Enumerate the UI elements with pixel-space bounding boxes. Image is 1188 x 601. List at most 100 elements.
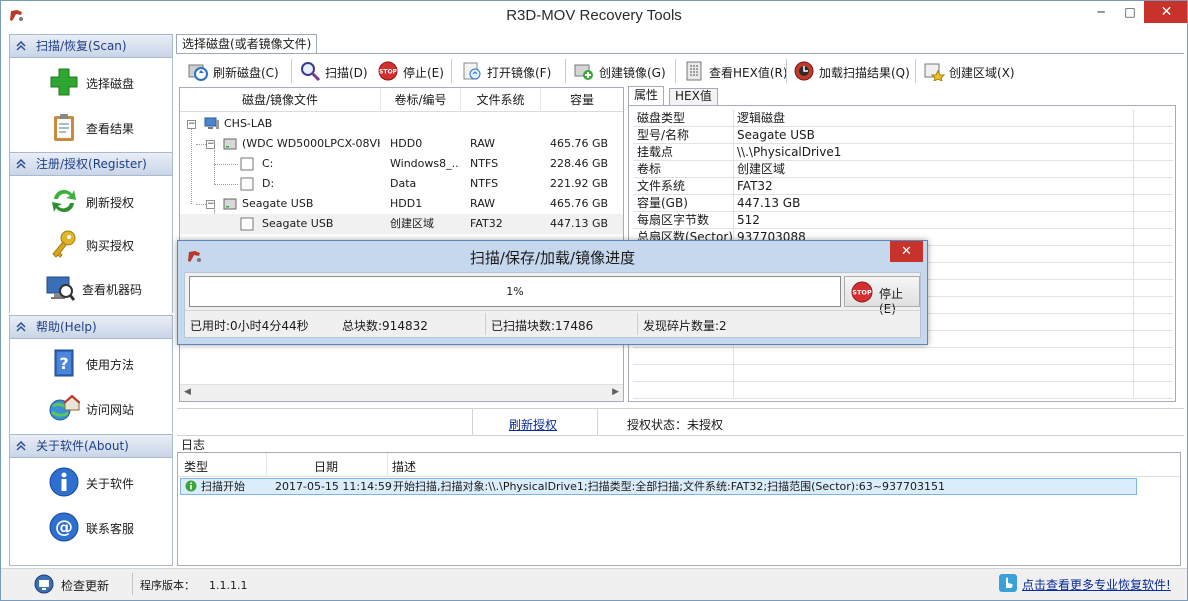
create-image-button[interactable]: 创建镜像(G) [569, 58, 669, 84]
disk-label: 创建区域 [390, 217, 434, 230]
table-row[interactable]: C: Windows8_... NTFS 228.46 GB [180, 154, 623, 174]
tab-attributes[interactable]: 属性 [628, 86, 665, 105]
disk-fs: FAT32 [470, 217, 503, 230]
computer-icon [204, 117, 219, 129]
tab-divider [176, 53, 1184, 54]
sidebar-item-label: 访问网站 [86, 403, 135, 417]
section-body-about: 关于软件 @ 联系客服 [9, 458, 173, 566]
divider [266, 453, 267, 477]
property-tabs: 属性 HEX值 [628, 86, 1176, 105]
sidebar-item-usage[interactable]: ? 使用方法 [10, 344, 172, 382]
refresh-license-link[interactable]: 刷新授权 [509, 416, 557, 433]
scroll-left-icon[interactable]: ◀ [184, 387, 191, 397]
sidebar-item-refresh-license[interactable]: 刷新授权 [10, 182, 172, 220]
scan-button[interactable]: 扫描(D) [295, 58, 369, 84]
total-blocks: 总块数:914832 [342, 319, 428, 333]
toolbar-label: 创建区域(X) [949, 66, 1015, 80]
window-title: R3D-MOV Recovery Tools [506, 7, 682, 24]
property-value: 逻辑磁盘 [737, 111, 786, 125]
divider [637, 313, 638, 335]
property-row[interactable]: 容量(GB) 447.13 GB [633, 195, 1173, 212]
sidebar-item-view-results[interactable]: 查看结果 [10, 108, 172, 146]
column-header[interactable]: 容量 [541, 88, 623, 112]
collapse-toggle[interactable]: − [206, 140, 215, 149]
svg-text:STOP: STOP [852, 289, 872, 297]
disk-label: HDD1 [390, 197, 423, 210]
refresh-disk-icon [188, 64, 208, 81]
column-header[interactable]: 描述 [392, 458, 416, 475]
close-button[interactable]: ✕ [1144, 1, 1187, 23]
load-results-button[interactable]: 加载扫描结果(Q) [789, 58, 913, 84]
log-row-selected[interactable]: 扫描开始 2017-05-15 11:14:59 开始扫描,扫描对象:\\.\P… [180, 478, 1137, 495]
property-row[interactable]: 每扇区字节数 512 [633, 212, 1173, 229]
section-header-register[interactable]: 注册/授权(Register) [9, 152, 173, 176]
column-header[interactable]: 日期 [314, 458, 338, 475]
hand-pointer-icon [999, 574, 1017, 592]
sidebar-item-visit-website[interactable]: 访问网站 [10, 389, 172, 427]
table-row[interactable]: − (WDC WD5000LPCX-08VHA HDD0 RAW 465.76 … [180, 134, 623, 154]
maximize-button[interactable]: □ [1117, 1, 1143, 23]
property-key: 容量(GB) [637, 196, 688, 210]
property-value: Seagate USB [737, 128, 815, 142]
disk-size: 221.92 GB [550, 177, 609, 190]
toolbar-label: 打开镜像(F) [487, 66, 552, 80]
property-row[interactable]: 挂载点 \\.\PhysicalDrive1 [633, 144, 1173, 161]
dialog-close-button[interactable]: ✕ [890, 241, 923, 262]
sidebar-item-machine-code[interactable]: 查看机器码 [10, 269, 172, 307]
disk-fs: RAW [470, 197, 495, 210]
column-header[interactable]: 磁盘/镜像文件 [180, 88, 381, 112]
volume-icon [240, 177, 254, 191]
sidebar-item-about[interactable]: 关于软件 [10, 463, 172, 501]
property-row[interactable]: 磁盘类型 逻辑磁盘 [633, 110, 1173, 127]
sidebar-item-label: 关于软件 [86, 477, 135, 491]
section-header-help[interactable]: 帮助(Help) [9, 315, 173, 339]
disk-name: D: [262, 177, 275, 190]
disk-fs: RAW [470, 137, 495, 150]
property-row[interactable]: 卷标 创建区域 [633, 161, 1173, 178]
check-update-button[interactable]: 检查更新 [11, 571, 129, 597]
section-header-scan[interactable]: 扫描/恢复(Scan) [9, 34, 173, 58]
svg-text:?: ? [59, 354, 68, 373]
more-software-label: 点击查看更多专业恢复软件! [1022, 578, 1171, 592]
version-value: 1.1.1.1 [209, 579, 248, 592]
column-header[interactable]: 类型 [184, 458, 208, 475]
tab-select-disk[interactable]: 选择磁盘(或者镜像文件) [176, 34, 317, 54]
property-row[interactable]: 文件系统 FAT32 [633, 178, 1173, 195]
sidebar-item-contact[interactable]: @ 联系客服 [10, 508, 172, 546]
property-value: FAT32 [737, 179, 773, 193]
create-region-icon [924, 63, 945, 81]
stop-icon: STOP [378, 61, 398, 81]
create-region-button[interactable]: 创建区域(X) [919, 58, 1019, 84]
tab-hex[interactable]: HEX值 [669, 88, 718, 105]
collapse-toggle[interactable]: − [206, 200, 215, 209]
column-header[interactable]: 卷标/编号 [381, 88, 461, 112]
table-row[interactable]: − Seagate USB HDD1 RAW 465.76 GB [180, 194, 623, 214]
toolbar-label: 扫描(D) [325, 66, 368, 80]
stop-button[interactable]: STOP 停止(E) [373, 58, 447, 84]
column-header[interactable]: 文件系统 [461, 88, 541, 112]
table-row-selected[interactable]: Seagate USB 创建区域 FAT32 447.13 GB [180, 214, 623, 234]
chevron-up-icon [16, 159, 26, 169]
property-row[interactable]: 型号/名称 Seagate USB [633, 127, 1173, 144]
minimize-button[interactable]: ─ [1087, 1, 1115, 23]
open-image-button[interactable]: 打开镜像(F) [457, 58, 555, 84]
sidebar-item-buy-license[interactable]: 购买授权 [10, 225, 172, 263]
section-header-about[interactable]: 关于软件(About) [9, 434, 173, 458]
property-row-empty [633, 365, 1173, 382]
open-image-icon [463, 62, 481, 80]
horizontal-scrollbar[interactable]: ◀ ▶ [180, 384, 623, 401]
scan-stats: 已用时:0小时4分44秒 总块数:914832 已扫描块数:17486 发现碎片… [185, 310, 920, 337]
table-row[interactable]: D: Data NTFS 221.92 GB [180, 174, 623, 194]
view-hex-button[interactable]: 查看HEX值(R) [679, 58, 788, 84]
more-software-link[interactable]: 点击查看更多专业恢复软件! [998, 572, 1174, 594]
sidebar-item-label: 刷新授权 [86, 196, 135, 210]
section-title: 帮助(Help) [36, 320, 97, 334]
scroll-right-icon[interactable]: ▶ [612, 387, 619, 397]
tree-root[interactable]: − CHS-LAB [180, 114, 623, 134]
sidebar-item-select-disk[interactable]: 选择磁盘 [10, 63, 172, 101]
dialog-stop-button[interactable]: STOP 停止(E) [844, 276, 920, 316]
refresh-disk-button[interactable]: 刷新磁盘(C) [183, 58, 289, 84]
plus-icon [50, 68, 78, 96]
collapse-toggle[interactable]: − [187, 120, 196, 129]
title-bar: R3D-MOV Recovery Tools ─ □ ✕ [1, 1, 1187, 32]
